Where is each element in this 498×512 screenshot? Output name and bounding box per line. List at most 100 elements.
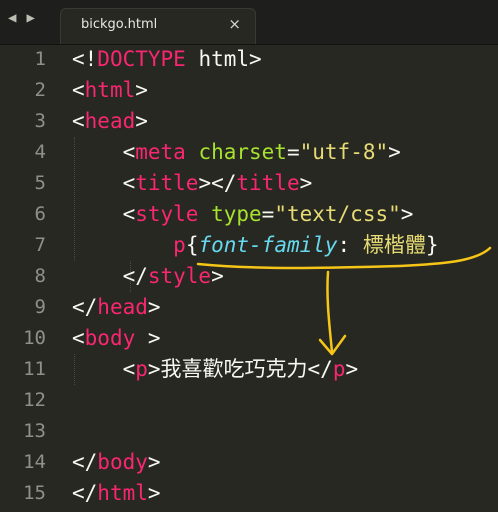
code-token: < — [72, 78, 85, 102]
code-token: head — [84, 109, 136, 133]
line-number: 5 — [34, 172, 46, 194]
code-token: ></ — [198, 171, 237, 195]
line-number: 4 — [34, 141, 46, 163]
code-token: title — [135, 171, 199, 195]
code-token: "text/css" — [274, 202, 401, 226]
line-code: </style> — [72, 261, 224, 292]
line-code: p{font-family: 標楷體} — [72, 230, 439, 261]
code-line[interactable]: 5 <title></title> — [0, 168, 498, 199]
code-token: head — [97, 295, 148, 319]
line-code: <html> — [72, 75, 148, 106]
code-token: < — [72, 357, 136, 381]
tab-bar: ◀ ▶ bickgo.html × — [0, 0, 498, 45]
line-code: <!DOCTYPE html> — [72, 44, 262, 75]
code-token: p — [332, 357, 346, 381]
code-token: > — [345, 357, 359, 381]
code-token: </ — [72, 264, 148, 288]
forward-arrow-icon[interactable]: ▶ — [26, 10, 34, 26]
code-line[interactable]: 3 <head> — [0, 106, 498, 137]
code-line[interactable]: 7 p{font-family: 標楷體} — [0, 230, 498, 261]
code-token: > — [211, 264, 224, 288]
line-number: 2 — [34, 79, 46, 101]
code-line[interactable]: 13 — [0, 416, 498, 447]
code-line[interactable]: 8 </style> — [0, 261, 498, 292]
code-token: style — [147, 264, 212, 288]
line-number: 3 — [34, 110, 46, 132]
code-token: > — [135, 78, 148, 102]
code-line[interactable]: 15 </html> — [0, 478, 498, 509]
code-token: < — [72, 171, 136, 195]
code-token: > — [400, 202, 414, 226]
tab-navigation: ◀ ▶ — [8, 10, 35, 26]
code-line[interactable]: 4 <meta charset="utf-8"> — [0, 137, 498, 168]
code-token: < — [72, 202, 136, 226]
code-line[interactable]: 1 <!DOCTYPE html> — [0, 44, 498, 75]
line-number: 1 — [34, 48, 46, 70]
code-line[interactable]: 10 <body > — [0, 323, 498, 354]
code-token: > — [135, 109, 148, 133]
code-token: < — [72, 326, 85, 350]
code-token: < — [72, 140, 136, 164]
line-number: 12 — [23, 389, 46, 411]
code-token: DOCTYPE — [97, 47, 186, 71]
code-token: { — [185, 233, 199, 257]
line-code: <p>我喜歡吃巧克力</p> — [72, 354, 359, 385]
code-token: > — [135, 326, 161, 350]
line-number: 13 — [23, 420, 46, 442]
code-line[interactable]: 2 <html> — [0, 75, 498, 106]
code-token: meta — [135, 140, 186, 164]
code-token: charset — [198, 140, 287, 164]
code-token: > — [147, 295, 161, 319]
code-token: body — [97, 450, 148, 474]
code-line[interactable]: 6 <style type="text/css"> — [0, 199, 498, 230]
code-token: type — [211, 202, 262, 226]
code-token: > — [388, 140, 401, 164]
code-token: 標楷體 — [362, 233, 426, 257]
line-code: </head> — [72, 292, 161, 323]
code-token: : — [337, 233, 363, 257]
code-token: html — [97, 481, 148, 505]
line-code: <style type="text/css"> — [72, 199, 414, 230]
code-token: html> — [185, 47, 262, 71]
code-token: > — [147, 481, 161, 505]
line-number: 11 — [23, 358, 46, 380]
code-line[interactable]: 12 — [0, 385, 498, 416]
tab-label: bickgo.html — [81, 17, 158, 32]
code-token: >我喜歡吃巧克力</ — [147, 357, 333, 381]
code-line[interactable]: 14 </body> — [0, 447, 498, 478]
code-editor[interactable]: 1 <!DOCTYPE html> 2 <html> 3 <head> 4 <meta ch… — [0, 44, 498, 512]
line-code: <meta charset="utf-8"> — [72, 137, 401, 168]
line-number: 14 — [23, 451, 46, 473]
code-token: } — [425, 233, 439, 257]
code-token: </ — [72, 295, 98, 319]
line-code: </body> — [72, 447, 161, 478]
line-code: <head> — [72, 106, 148, 137]
close-icon[interactable]: × — [228, 15, 241, 33]
code-token: style — [135, 202, 199, 226]
code-token: = — [286, 140, 300, 164]
code-line[interactable]: 9 </head> — [0, 292, 498, 323]
code-token: </ — [72, 450, 98, 474]
code-token: > — [299, 171, 313, 195]
code-token: title — [236, 171, 300, 195]
line-number: 7 — [34, 234, 46, 256]
code-line[interactable]: 11 <p>我喜歡吃巧克力</p> — [0, 354, 498, 385]
line-number: 15 — [23, 482, 46, 504]
file-tab[interactable]: bickgo.html × — [60, 8, 256, 44]
code-token: p — [135, 357, 148, 381]
back-arrow-icon[interactable]: ◀ — [8, 10, 16, 26]
code-token: p — [173, 233, 186, 257]
code-token: html — [84, 78, 136, 102]
line-number: 8 — [34, 265, 46, 287]
code-token: "utf-8" — [299, 140, 389, 164]
line-code: <body > — [72, 323, 161, 354]
line-code: <title></title> — [72, 168, 313, 199]
line-number: 9 — [34, 296, 46, 318]
code-token: < — [72, 109, 85, 133]
code-token: = — [261, 202, 275, 226]
code-token: > — [147, 450, 161, 474]
code-token: <! — [72, 47, 98, 71]
